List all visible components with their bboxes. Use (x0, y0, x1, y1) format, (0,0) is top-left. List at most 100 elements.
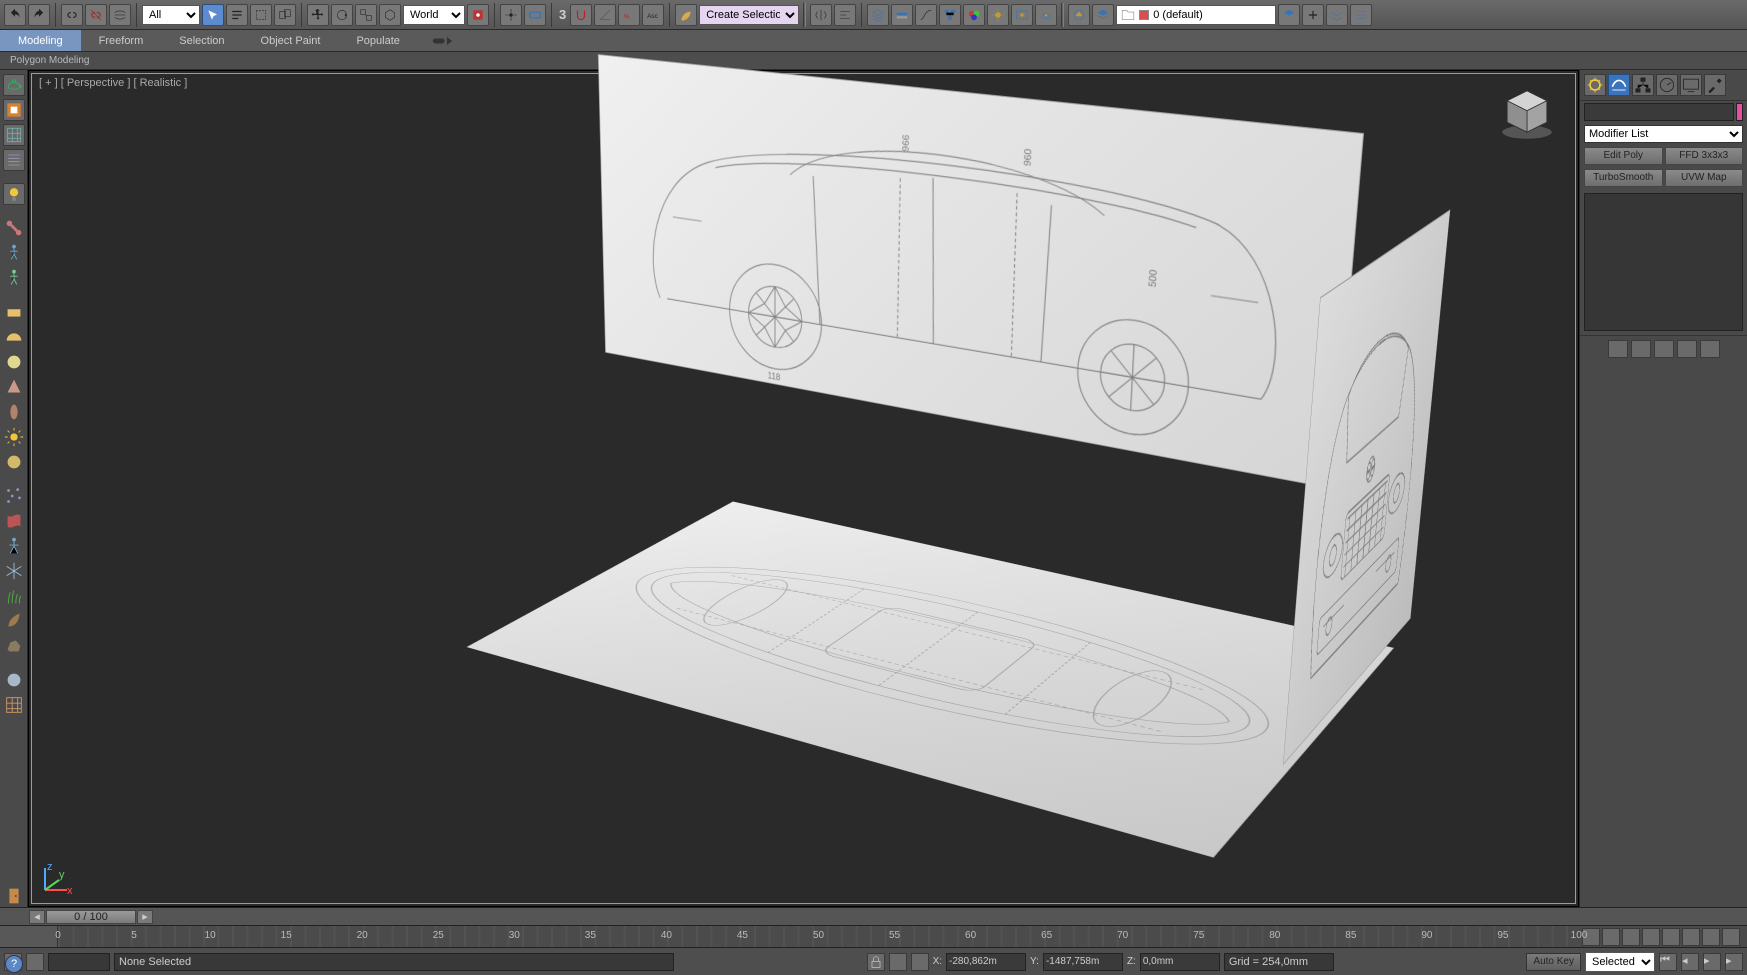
placement-icon[interactable] (379, 4, 401, 26)
nav-4-icon[interactable] (1642, 928, 1660, 946)
autokey-button[interactable]: Auto Key (1526, 953, 1581, 971)
pin-stack-icon[interactable] (1608, 340, 1628, 358)
nav-7-icon[interactable] (1702, 928, 1720, 946)
bind-spacewarp-icon[interactable] (109, 4, 131, 26)
door-icon[interactable] (3, 885, 25, 907)
show-end-result-icon[interactable] (1631, 340, 1651, 358)
script-input[interactable] (48, 953, 110, 971)
grass-icon[interactable] (3, 585, 25, 607)
modifier-stack[interactable] (1584, 193, 1743, 331)
trackbar-toggle[interactable] (0, 926, 58, 947)
sun-icon[interactable] (3, 426, 25, 448)
sphere3-icon[interactable] (3, 669, 25, 691)
object-name-input[interactable] (1584, 103, 1734, 121)
biped-icon[interactable] (3, 242, 25, 264)
angle-snap-icon[interactable] (594, 4, 616, 26)
a360-icon[interactable] (1068, 4, 1090, 26)
toggle-ribbon-icon[interactable] (891, 4, 913, 26)
undo-icon[interactable] (4, 4, 26, 26)
goto-start-icon[interactable]: ⏮ (1659, 953, 1677, 971)
sphere1-icon[interactable] (3, 351, 25, 373)
layer-select-icon[interactable] (1326, 4, 1348, 26)
motion-panel-icon[interactable] (1656, 74, 1678, 96)
viewport-perspective[interactable]: [ + ] [ Perspective ] [ Realistic ] (28, 70, 1579, 907)
ribbon-pin-icon[interactable] (426, 30, 458, 51)
x-coord-input[interactable] (946, 953, 1026, 971)
tab-freeform[interactable]: Freeform (81, 30, 162, 51)
time-slider[interactable]: ◂ 0 / 100 ▸ (0, 907, 1747, 925)
modifier-editpoly-button[interactable]: Edit Poly (1584, 147, 1663, 165)
select-by-name-icon[interactable] (226, 4, 248, 26)
prev-key-icon[interactable]: ◂ (1681, 953, 1699, 971)
lock-selection-icon[interactable] (867, 953, 885, 971)
rotate-icon[interactable] (331, 4, 353, 26)
bone2-icon[interactable] (3, 267, 25, 289)
selection-filter-select[interactable]: All (142, 5, 200, 25)
nav-2-icon[interactable] (1602, 928, 1620, 946)
keyboard-shortcut-icon[interactable] (524, 4, 546, 26)
layer-dropdown[interactable]: 0 (default) (1116, 5, 1276, 25)
modifier-uvwmap-button[interactable]: UVW Map (1665, 169, 1744, 187)
keymode-select[interactable]: Selected (1585, 952, 1655, 972)
layer-toggle-icon[interactable] (1092, 4, 1114, 26)
tab-object-paint[interactable]: Object Paint (243, 30, 339, 51)
viewcube-icon[interactable] (1494, 81, 1560, 147)
percent-snap-icon[interactable]: % (618, 4, 640, 26)
spindle-icon[interactable] (3, 401, 25, 423)
align-icon[interactable] (834, 4, 856, 26)
pivot-center-icon[interactable] (467, 4, 489, 26)
nav-5-icon[interactable] (1662, 928, 1680, 946)
spinner-snap-icon[interactable]: Asc (642, 4, 664, 26)
time-slider-handle[interactable]: 0 / 100 (46, 910, 136, 924)
curve-editor-icon[interactable] (915, 4, 937, 26)
ref-coord-select[interactable]: World (403, 5, 465, 25)
layer-add-icon[interactable] (1302, 4, 1324, 26)
z-coord-input[interactable] (1140, 953, 1220, 971)
teapot-icon[interactable] (3, 74, 25, 96)
cone-icon[interactable] (3, 376, 25, 398)
select-object-icon[interactable] (202, 4, 224, 26)
layer-explorer-icon[interactable] (867, 4, 889, 26)
next-key-icon[interactable]: ▸ (1725, 953, 1743, 971)
object-color-swatch[interactable] (1736, 103, 1743, 121)
nav-3-icon[interactable] (1622, 928, 1640, 946)
figure-icon[interactable] (3, 535, 25, 557)
link-icon[interactable] (61, 4, 83, 26)
utilities-panel-icon[interactable] (1704, 74, 1726, 96)
configure-sets-icon[interactable] (1700, 340, 1720, 358)
render-icon[interactable] (1035, 4, 1057, 26)
modify-panel-icon[interactable] (1608, 74, 1630, 96)
frost-icon[interactable] (3, 560, 25, 582)
play-icon[interactable]: ▸ (1703, 953, 1721, 971)
grid-icon[interactable] (3, 124, 25, 146)
render-setup-icon[interactable] (987, 4, 1009, 26)
tab-populate[interactable]: Populate (338, 30, 417, 51)
modifier-turbosmooth-button[interactable]: TurboSmooth (1584, 169, 1663, 187)
make-unique-icon[interactable] (1654, 340, 1674, 358)
mirror-icon[interactable] (810, 4, 832, 26)
help-icon[interactable]: ? (5, 955, 23, 973)
hierarchy-panel-icon[interactable] (1632, 74, 1654, 96)
modifier-list-select[interactable]: Modifier List (1584, 125, 1743, 143)
rock-icon[interactable] (3, 635, 25, 657)
render-frame-icon[interactable] (1011, 4, 1033, 26)
display-panel-icon[interactable] (1680, 74, 1702, 96)
bone-icon[interactable] (3, 217, 25, 239)
nav-6-icon[interactable] (1682, 928, 1700, 946)
particles-icon[interactable] (3, 485, 25, 507)
manipulate-icon[interactable] (500, 4, 522, 26)
plane-icon[interactable] (3, 301, 25, 323)
autogrid-icon[interactable] (3, 99, 25, 121)
sphere2-icon[interactable] (3, 451, 25, 473)
track-bar[interactable]: 0510152025303540455055606570758085909510… (0, 925, 1747, 947)
tab-selection[interactable]: Selection (161, 30, 242, 51)
list-icon[interactable] (3, 149, 25, 171)
scale-icon[interactable] (355, 4, 377, 26)
tab-modeling[interactable]: Modeling (0, 30, 81, 51)
table-icon[interactable] (3, 694, 25, 716)
isolate-icon[interactable] (889, 953, 907, 971)
layer-new-icon[interactable] (1278, 4, 1300, 26)
leaf-icon[interactable] (3, 610, 25, 632)
rect-select-icon[interactable] (250, 4, 272, 26)
move-icon[interactable] (307, 4, 329, 26)
